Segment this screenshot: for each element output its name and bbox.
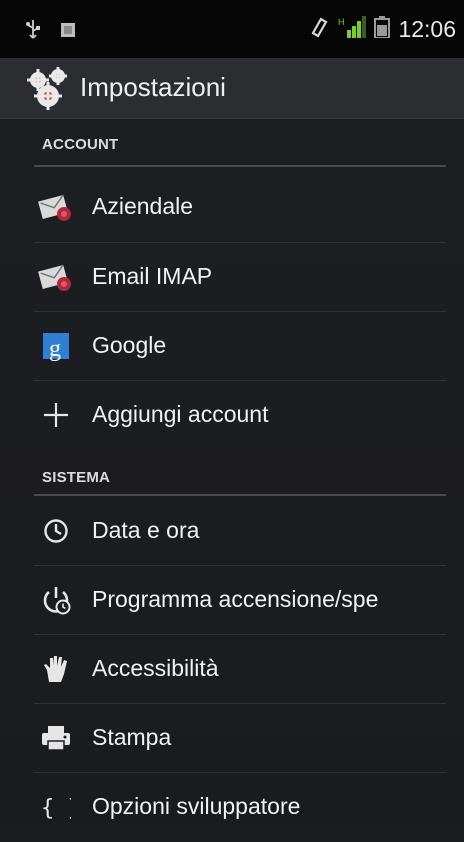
- hand-icon: [38, 651, 74, 687]
- section-header-sistema: SISTEMA: [42, 469, 111, 486]
- list-item-label: Aggiungi account: [92, 401, 269, 427]
- clock-icon: [38, 513, 74, 549]
- svg-text:g: g: [49, 336, 61, 361]
- settings-gears-icon[interactable]: [26, 66, 72, 110]
- google-icon: g: [38, 328, 74, 364]
- add-icon: [38, 397, 74, 433]
- list-item-label: Email IMAP: [92, 263, 213, 289]
- printer-icon: [38, 720, 74, 756]
- list-item-label: Stampa: [92, 724, 172, 750]
- list-item-email-imap[interactable]: Email IMAP: [0, 243, 464, 312]
- page-title: Impostazioni: [80, 72, 226, 102]
- signal-icon: H: [338, 16, 367, 43]
- list-item-label: Google: [92, 332, 167, 358]
- list-item-add-account[interactable]: Aggiungi account: [0, 381, 464, 450]
- usb-icon: [26, 20, 40, 45]
- list-item-opzioni-sviluppatore[interactable]: { } Opzioni sviluppatore: [0, 773, 464, 842]
- action-bar: Impostazioni: [0, 58, 464, 119]
- list-item-label: Programma accensione/spe: [92, 586, 379, 612]
- list-item-programma-accensione[interactable]: Programma accensione/spe: [0, 566, 464, 635]
- battery-icon: [374, 16, 391, 43]
- section-divider: [34, 494, 446, 496]
- svg-text:H: H: [338, 17, 345, 27]
- sync-icon: [308, 16, 330, 43]
- exchange-mail-icon: [38, 189, 74, 225]
- svg-text:{ }: { }: [41, 796, 71, 821]
- section-header-account: ACCOUNT: [42, 136, 119, 153]
- settings-list: ACCOUNT Aziendale Email IMAP g Google Ag…: [0, 119, 464, 824]
- list-item-aziendale[interactable]: Aziendale: [0, 173, 464, 242]
- list-item-label: Opzioni sviluppatore: [92, 793, 301, 819]
- list-item-label: Data e ora: [92, 517, 200, 543]
- notification-icon: [60, 22, 76, 43]
- list-item-data-ora[interactable]: Data e ora: [0, 497, 464, 566]
- power-schedule-icon: [38, 582, 74, 618]
- status-bar: H 12:06: [0, 0, 464, 58]
- clock: 12:06: [398, 16, 456, 42]
- list-item-label: Accessibilità: [92, 655, 219, 681]
- list-item-stampa[interactable]: Stampa: [0, 704, 464, 773]
- braces-icon: { }: [38, 789, 74, 825]
- list-item-google[interactable]: g Google: [0, 312, 464, 381]
- list-item-label: Aziendale: [92, 193, 194, 219]
- list-item-accessibilita[interactable]: Accessibilità: [0, 635, 464, 704]
- section-divider: [34, 165, 446, 167]
- email-icon: [38, 259, 74, 295]
